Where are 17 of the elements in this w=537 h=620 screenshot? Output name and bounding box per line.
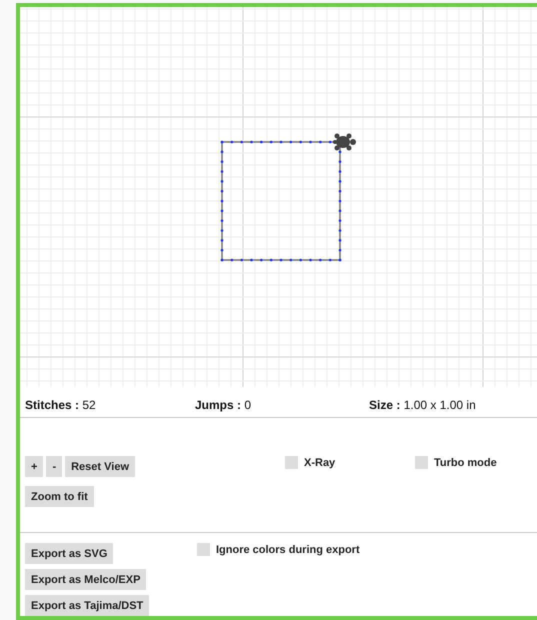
export-button[interactable]: Export as Melco/EXP <box>25 569 146 590</box>
stat-text: Stitches : 52 <box>25 398 97 412</box>
checkbox-label: Turbo mode <box>434 456 497 468</box>
checkbox-label: X-Ray <box>304 456 336 468</box>
turtle-icon <box>333 134 356 150</box>
view-button[interactable]: - <box>46 456 62 477</box>
stat-text: Size : 1.00 x 1.00 in <box>369 398 477 412</box>
stat-text: Jumps : 0 <box>195 398 252 412</box>
view-button[interactable]: Reset View <box>65 456 135 477</box>
export-button[interactable]: Export as SVG <box>25 543 114 564</box>
checkbox[interactable] <box>197 543 210 556</box>
view-button[interactable]: + <box>25 456 44 477</box>
zoom-to-fit-button[interactable]: Zoom to fit <box>25 486 94 507</box>
checkbox[interactable] <box>415 456 428 469</box>
checkbox-label: Ignore colors during export <box>216 544 360 556</box>
export-button[interactable]: Export as Tajima/DST <box>25 595 150 616</box>
checkbox[interactable] <box>285 456 298 469</box>
